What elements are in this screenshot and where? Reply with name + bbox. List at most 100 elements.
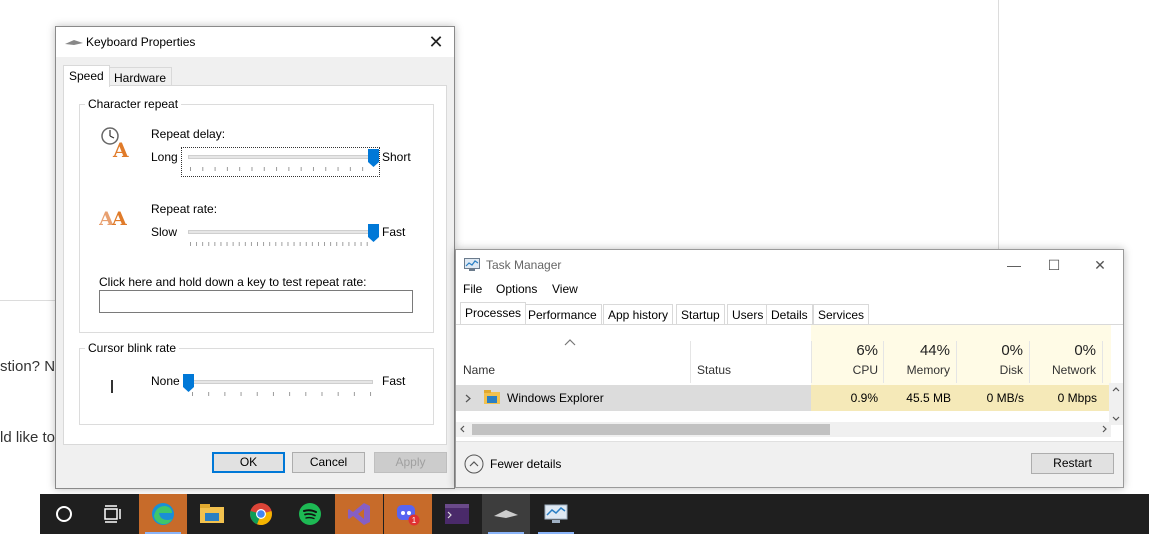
title-bar[interactable]: Keyboard Properties ✕ [56,27,454,57]
scroll-up-icon[interactable] [1112,387,1120,392]
vertical-scrollbar[interactable] [1109,383,1123,425]
tab-details[interactable]: Details [766,304,813,324]
menu-view[interactable]: View [552,282,578,296]
repeat-rate-ticks [190,242,372,246]
visual-studio-icon[interactable] [335,494,383,534]
column-separator [1102,341,1103,383]
repeat-rate-slider[interactable] [367,224,379,242]
tab-speed[interactable]: Speed [63,65,110,87]
cursor-preview-icon [111,380,113,393]
repeat-delay-track [188,155,373,159]
repeat-delay-max-label: Short [382,150,411,164]
apply-button[interactable]: Apply [374,452,447,473]
process-name: Windows Explorer [507,391,604,405]
task-manager-window: Task Manager — ☐ ✕ File Options View Pro… [455,249,1124,488]
keyboard-taskbar-icon[interactable] [482,494,530,534]
memory-total-percent: 44% [919,342,950,359]
tab-processes[interactable]: Processes [460,302,527,324]
background-text: stion? No [0,358,64,375]
chrome-icon[interactable] [237,494,285,534]
edge-icon[interactable] [139,494,187,534]
cortana-circle-icon[interactable] [40,494,88,534]
cursor-blink-max-label: Fast [382,374,406,388]
menu-options[interactable]: Options [496,282,537,296]
task-manager-icon [464,258,480,271]
process-disk: 0 MB/s [986,391,1024,405]
menu-file[interactable]: File [463,282,482,296]
processes-panel: Name Status 6% CPU 44% Memory 0% Disk 0%… [456,324,1123,438]
background-rule [0,300,60,301]
column-network[interactable]: Network [1052,363,1096,377]
test-repeat-input[interactable] [99,290,413,313]
task-manager-footer: Fewer details Restart [456,441,1123,487]
process-cpu: 0.9% [850,391,878,405]
column-disk[interactable]: Disk [1000,363,1023,377]
column-separator [1029,341,1030,383]
keyboard-icon [65,40,83,45]
folder-icon [484,390,500,404]
speed-panel: Character repeat A Repeat delay: Long Sh… [63,85,447,445]
column-separator [883,341,884,383]
cursor-blink-ticks [192,392,372,396]
expand-chevron-icon[interactable] [465,394,471,403]
cursor-blink-track [188,380,373,384]
cursor-blink-group: Cursor blink rate None Fast [79,341,434,425]
discord-icon[interactable]: 1 [384,494,432,534]
cpu-total-percent: 6% [856,342,878,359]
process-memory: 45.5 MB [906,391,951,405]
repeat-delay-focus [181,147,380,177]
dialog-title: Keyboard Properties [86,35,196,49]
column-status[interactable]: Status [697,363,731,377]
column-memory[interactable]: Memory [907,363,950,377]
discord-badge: 1 [412,516,417,525]
tab-startup[interactable]: Startup [676,304,725,324]
maximize-button[interactable]: ☐ [1034,254,1074,276]
tab-users[interactable]: Users [727,304,769,324]
task-manager-taskbar-icon[interactable] [532,494,580,534]
disk-total-percent: 0% [1001,342,1023,359]
close-button[interactable]: ✕ [1080,254,1120,276]
close-button[interactable]: ✕ [424,31,448,53]
repeat-rate-max-label: Fast [382,225,406,239]
background-text: ld like to [0,429,56,446]
column-cpu[interactable]: CPU [853,363,878,377]
keyboard-properties-dialog: Keyboard Properties ✕ Speed Hardware Cha… [55,26,455,489]
horizontal-scroll-thumb[interactable] [472,424,830,435]
scroll-down-icon[interactable] [1112,416,1120,421]
file-explorer-icon[interactable] [188,494,236,534]
task-view-icon[interactable] [88,494,136,534]
column-separator [956,341,957,383]
terminal-icon[interactable] [433,494,481,534]
cancel-button[interactable]: Cancel [292,452,365,473]
group-label: Character repeat [85,97,182,111]
scroll-left-icon[interactable] [460,425,465,433]
horizontal-scrollbar[interactable] [456,422,1111,437]
fewer-details-icon[interactable] [464,454,484,474]
process-network: 0 Mbps [1057,391,1097,405]
column-name[interactable]: Name [463,363,495,377]
restart-button[interactable]: Restart [1031,453,1114,474]
tab-hardware[interactable]: Hardware [108,67,173,86]
character-repeat-group: Character repeat A Repeat delay: Long Sh… [79,97,434,333]
group-label: Cursor blink rate [85,341,180,355]
tab-app-history[interactable]: App history [603,304,674,324]
cursor-blink-slider[interactable] [182,374,194,392]
column-separator [811,341,812,383]
taskbar: 1 [40,494,1149,534]
window-title: Task Manager [486,258,562,272]
spotify-icon[interactable] [286,494,334,534]
column-separator [690,341,691,383]
svg-text:A: A [112,138,129,159]
tab-performance[interactable]: Performance [523,304,602,324]
table-row[interactable]: Windows Explorer 0.9% 45.5 MB 0 MB/s 0 M… [456,385,1111,411]
repeat-delay-label: Repeat delay: [151,127,226,141]
ok-button[interactable]: OK [212,452,285,473]
repeat-delay-icon: A [101,127,129,159]
minimize-button[interactable]: — [994,254,1034,276]
repeat-delay-slider[interactable] [367,149,379,167]
repeat-rate-label: Repeat rate: [151,202,218,216]
sort-ascending-icon[interactable] [564,339,576,346]
fewer-details-link[interactable]: Fewer details [490,457,561,471]
scroll-right-icon[interactable] [1102,425,1107,433]
tab-services[interactable]: Services [813,304,870,324]
